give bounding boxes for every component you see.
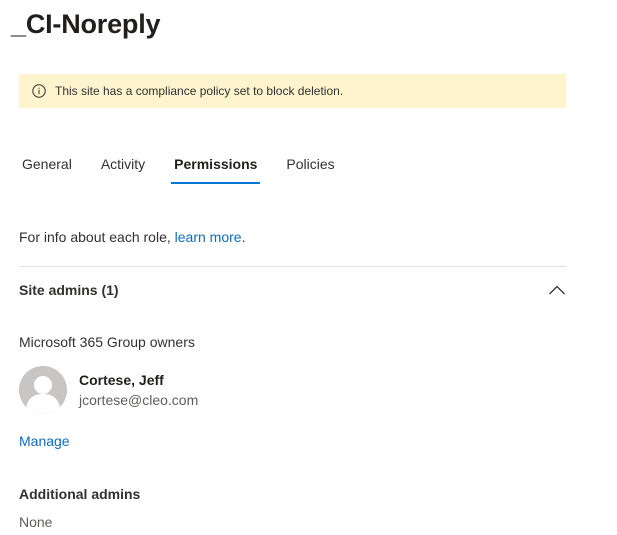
manage-link[interactable]: Manage [19, 433, 70, 449]
page-title: _CI-Noreply [11, 9, 161, 39]
site-admins-header[interactable]: Site admins (1) [19, 279, 566, 301]
owner-name: Cortese, Jeff [79, 372, 164, 388]
additional-admins-title: Additional admins [19, 486, 141, 502]
person-avatar-icon [19, 366, 67, 414]
role-info-prefix: For info about each role, [19, 229, 175, 245]
learn-more-link[interactable]: learn more [175, 229, 242, 245]
role-info-suffix: . [241, 229, 246, 245]
owner-email: jcortese@cleo.com [79, 392, 199, 408]
section-divider [19, 266, 566, 267]
owner-persona: Cortese, Jeff jcortese@cleo.com [19, 366, 198, 414]
group-owners-label: Microsoft 365 Group owners [19, 334, 195, 350]
banner-message: This site has a compliance policy set to… [55, 84, 344, 98]
compliance-banner: This site has a compliance policy set to… [19, 74, 566, 108]
info-icon [31, 83, 47, 99]
tab-general[interactable]: General [19, 148, 75, 180]
tab-activity[interactable]: Activity [98, 148, 148, 180]
additional-admins-value: None [19, 514, 53, 530]
chevron-up-icon[interactable] [548, 283, 566, 297]
site-admins-title: Site admins (1) [19, 282, 119, 298]
tab-policies[interactable]: Policies [283, 148, 337, 180]
tab-permissions[interactable]: Permissions [171, 148, 261, 184]
tab-bar: General Activity Permissions Policies [19, 148, 361, 188]
role-info-text: For info about each role, learn more. [19, 229, 245, 245]
